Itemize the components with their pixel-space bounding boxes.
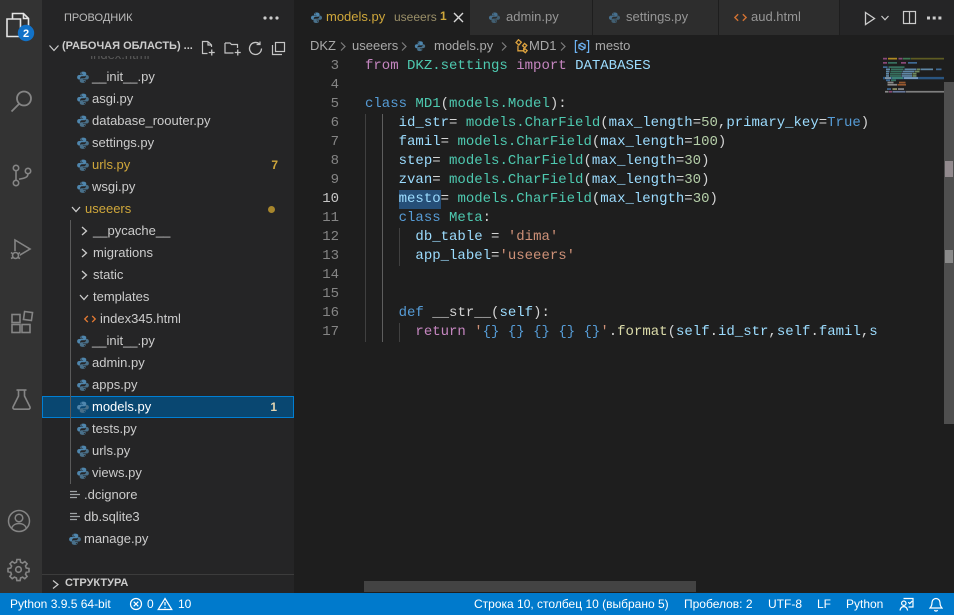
svg-text:2: 2 [23, 28, 29, 40]
